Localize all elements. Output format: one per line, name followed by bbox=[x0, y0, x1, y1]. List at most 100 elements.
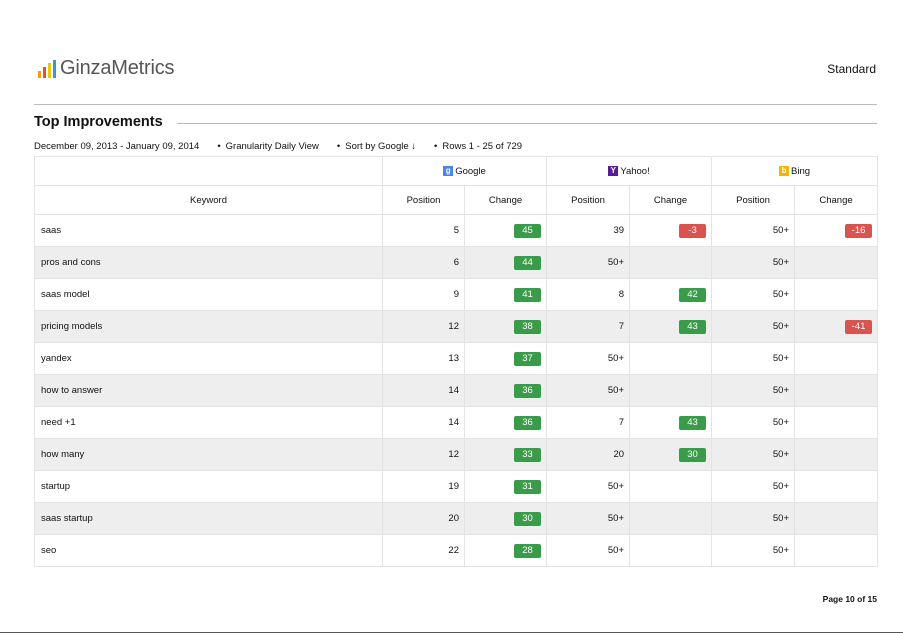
bing-chg-cell bbox=[794, 438, 879, 471]
bing-chg-cell bbox=[794, 502, 879, 535]
bing-pos-cell: 50+ bbox=[711, 214, 796, 247]
keyword-header-spacer bbox=[34, 156, 383, 186]
google-chg-cell: 37 bbox=[463, 342, 548, 375]
yahoo-pos-cell: 7 bbox=[546, 406, 631, 439]
table-row: seo 22 28 50+ 50+ bbox=[34, 534, 879, 567]
bing-pos-cell: 50+ bbox=[711, 374, 796, 407]
keyword-cell: pros and cons bbox=[34, 246, 383, 279]
logo-bars-icon bbox=[38, 59, 56, 78]
bing-chg-cell: -16 bbox=[794, 214, 879, 247]
keyword-cell: startup bbox=[34, 470, 383, 503]
change-badge: -16 bbox=[845, 223, 873, 238]
change-badge: -3 bbox=[679, 223, 707, 238]
google-pos-cell: 13 bbox=[382, 342, 465, 375]
bing-chg-cell bbox=[794, 534, 879, 567]
google-chg-cell: 44 bbox=[463, 246, 548, 279]
row-count: Rows 1 - 25 of 729 bbox=[442, 141, 523, 152]
keyword-cell: saas bbox=[34, 214, 383, 247]
engine-name: Yahoo! bbox=[620, 165, 650, 177]
bing-pos-cell: 50+ bbox=[711, 534, 796, 567]
yahoo-chg-cell bbox=[629, 374, 713, 407]
yahoo-pos-cell: 50+ bbox=[546, 246, 631, 279]
bing-chg-cell bbox=[794, 374, 879, 407]
yahoo-change-header: Change bbox=[629, 185, 713, 215]
table-row: startup 19 31 50+ 50+ bbox=[34, 470, 879, 503]
bing-pos-cell: 50+ bbox=[711, 278, 796, 311]
bing-pos-cell: 50+ bbox=[711, 310, 796, 343]
bing-pos-cell: 50+ bbox=[711, 406, 796, 439]
engine-name: Bing bbox=[791, 165, 811, 177]
google-pos-cell: 19 bbox=[382, 470, 465, 503]
engine-header-yahoo: Y Yahoo! bbox=[546, 156, 713, 186]
yahoo-icon: Y bbox=[608, 166, 619, 177]
table-body: saas 5 45 39 -3 50+ -16 pros and cons 6 44 50+ 50+ s… bbox=[34, 214, 879, 567]
change-badge: 36 bbox=[514, 383, 542, 398]
yahoo-chg-cell bbox=[629, 502, 713, 535]
yahoo-pos-cell: 8 bbox=[546, 278, 631, 311]
change-badge: 38 bbox=[514, 319, 542, 334]
yahoo-pos-cell: 50+ bbox=[546, 470, 631, 503]
keyword-column-header: Keyword bbox=[34, 185, 383, 215]
yahoo-chg-cell bbox=[629, 470, 713, 503]
change-badge: 36 bbox=[514, 415, 542, 430]
bullet-separator: • bbox=[336, 141, 341, 152]
bing-chg-cell bbox=[794, 246, 879, 279]
yahoo-chg-cell: -3 bbox=[629, 214, 713, 247]
change-badge: 41 bbox=[514, 287, 542, 302]
keyword-cell: seo bbox=[34, 534, 383, 567]
change-badge: 30 bbox=[679, 447, 707, 462]
granularity: Granularity Daily View bbox=[225, 141, 319, 152]
header-divider bbox=[34, 104, 877, 105]
google-pos-cell: 12 bbox=[382, 438, 465, 471]
google-pos-cell: 22 bbox=[382, 534, 465, 567]
yahoo-chg-cell: 43 bbox=[629, 406, 713, 439]
section-title: Top Improvements bbox=[34, 114, 163, 130]
google-pos-cell: 6 bbox=[382, 246, 465, 279]
keyword-cell: saas startup bbox=[34, 502, 383, 535]
yahoo-chg-cell bbox=[629, 246, 713, 279]
google-pos-cell: 12 bbox=[382, 310, 465, 343]
table-row: need +1 14 36 7 43 50+ bbox=[34, 406, 879, 439]
yahoo-pos-cell: 39 bbox=[546, 214, 631, 247]
table-row: saas model 9 41 8 42 50+ bbox=[34, 278, 879, 311]
bing-chg-cell bbox=[794, 470, 879, 503]
bing-chg-cell bbox=[794, 278, 879, 311]
rankings-table: g Google Y Yahoo! b Bing Keyword Position C… bbox=[34, 156, 879, 567]
google-chg-cell: 36 bbox=[463, 406, 548, 439]
bing-chg-cell: -41 bbox=[794, 310, 879, 343]
logo-text: GinzaMetrics bbox=[60, 57, 175, 79]
google-chg-cell: 45 bbox=[463, 214, 548, 247]
change-badge: 30 bbox=[514, 511, 542, 526]
keyword-cell: how many bbox=[34, 438, 383, 471]
yahoo-chg-cell: 43 bbox=[629, 310, 713, 343]
table-row: how many 12 33 20 30 50+ bbox=[34, 438, 879, 471]
bing-pos-cell: 50+ bbox=[711, 502, 796, 535]
google-pos-cell: 9 bbox=[382, 278, 465, 311]
bing-icon: b bbox=[779, 166, 790, 177]
page-bottom-divider bbox=[0, 632, 903, 633]
bing-pos-cell: 50+ bbox=[711, 246, 796, 279]
bullet-separator: • bbox=[434, 141, 438, 152]
page-number: Page 10 of 15 bbox=[822, 594, 877, 604]
keyword-cell: saas model bbox=[34, 278, 383, 311]
yahoo-pos-cell: 50+ bbox=[546, 534, 631, 567]
bing-chg-cell bbox=[794, 342, 879, 375]
change-badge: -41 bbox=[845, 319, 873, 334]
google-chg-cell: 33 bbox=[463, 438, 548, 471]
change-badge: 43 bbox=[679, 415, 707, 430]
google-pos-cell: 14 bbox=[382, 406, 465, 439]
google-chg-cell: 28 bbox=[463, 534, 548, 567]
change-badge: 31 bbox=[514, 479, 542, 494]
keyword-cell: pricing models bbox=[34, 310, 383, 343]
change-badge: 37 bbox=[514, 351, 542, 366]
bing-chg-cell bbox=[794, 406, 879, 439]
engine-name: Google bbox=[455, 165, 486, 177]
bing-pos-cell: 50+ bbox=[711, 438, 796, 471]
google-pos-cell: 5 bbox=[382, 214, 465, 247]
table-row: how to answer 14 36 50+ 50+ bbox=[34, 374, 879, 407]
yahoo-chg-cell bbox=[629, 534, 713, 567]
bing-change-header: Change bbox=[794, 185, 879, 215]
bing-pos-cell: 50+ bbox=[711, 342, 796, 375]
ginzametrics-logo: GinzaMetrics bbox=[38, 57, 174, 80]
table-row: pricing models 12 38 7 43 50+ -41 bbox=[34, 310, 879, 343]
